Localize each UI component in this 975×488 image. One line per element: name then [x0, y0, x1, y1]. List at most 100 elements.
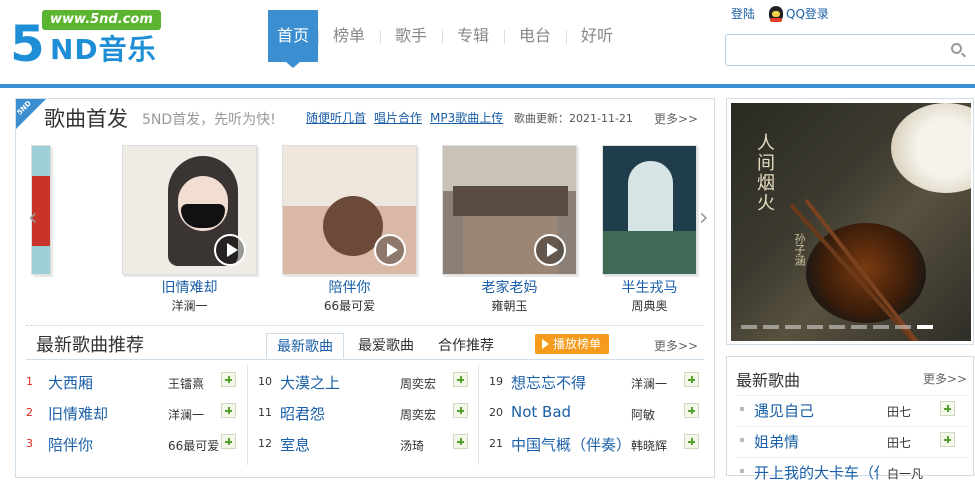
album-artist[interactable]: 周典奥 [602, 297, 697, 314]
nav-good-songs[interactable]: 好听 [566, 10, 628, 62]
banner-image: 人间烟火 孙子涵 [731, 103, 971, 341]
carousel-next-button[interactable]: › [699, 205, 709, 229]
album-title[interactable]: 陪伴你 [282, 277, 417, 297]
banner-dot[interactable] [763, 325, 779, 329]
nav-albums[interactable]: 专辑 [442, 10, 504, 62]
update-date: 歌曲更新：2021-11-21 [514, 112, 633, 125]
banner-dot[interactable] [829, 325, 845, 329]
banner-dot-active[interactable] [917, 325, 933, 329]
song-title[interactable]: 想忘忘不得 [511, 372, 586, 393]
random-listen-link[interactable]: 随便听几首 [306, 109, 366, 126]
song-rank: 12 [258, 437, 272, 450]
new-release-more-link[interactable]: 更多>> [654, 110, 698, 127]
song-artist[interactable]: 韩晓辉 [631, 437, 667, 454]
nav-charts[interactable]: 榜单 [318, 10, 380, 62]
add-icon[interactable] [940, 432, 955, 447]
tab-favorite-songs[interactable]: 最爱歌曲 [348, 333, 424, 359]
site-logo[interactable]: www.5nd.com 5 ND音乐 [10, 8, 190, 73]
play-icon[interactable] [214, 234, 246, 266]
song-title[interactable]: 陪伴你 [48, 434, 93, 455]
play-chart-button[interactable]: 播放榜单 [535, 334, 610, 354]
play-icon[interactable] [374, 234, 406, 266]
login-link[interactable]: 登陆 [731, 5, 755, 22]
song-artist[interactable]: 田七 [887, 434, 911, 451]
list-item: 遇见自己 田七 [737, 395, 967, 426]
promo-banner[interactable]: 人间烟火 孙子涵 [726, 98, 974, 345]
album-title[interactable]: 老家老妈 [442, 277, 577, 297]
nav-home[interactable]: 首页 [268, 10, 318, 68]
add-icon[interactable] [221, 403, 236, 418]
mp3-upload-link[interactable]: MP3歌曲上传 [430, 109, 503, 126]
song-artist[interactable]: 周奕宏 [400, 375, 436, 392]
add-icon[interactable] [684, 403, 699, 418]
search-input[interactable] [726, 35, 936, 65]
bullet [740, 469, 744, 473]
nav-radio[interactable]: 电台 [504, 10, 566, 62]
add-icon[interactable] [453, 372, 468, 387]
song-title[interactable]: Not Bad [511, 403, 571, 421]
song-title[interactable]: 中国气概（伴奏） [511, 434, 631, 455]
song-artist[interactable]: 阿敏 [631, 406, 655, 423]
song-row: 19 想忘忘不得 洋澜一 [489, 367, 703, 398]
song-title[interactable]: 遇见自己 [754, 400, 879, 421]
song-artist[interactable]: 田七 [887, 403, 911, 420]
banner-dot[interactable] [873, 325, 889, 329]
banner-dot[interactable] [785, 325, 801, 329]
song-title[interactable]: 室息 [280, 434, 310, 455]
list-item: 开上我的大卡车（伴 白一凡 [737, 457, 967, 488]
song-artist[interactable]: 周奕宏 [400, 406, 436, 423]
banner-dot[interactable] [851, 325, 867, 329]
banner-dot[interactable] [807, 325, 823, 329]
logo-five: 5 [10, 15, 45, 73]
recommend-more-link[interactable]: 更多>> [654, 337, 698, 354]
song-column: 10 大漠之上 周奕宏 11 昭君怨 周奕宏 12 室息 汤琦 [258, 367, 472, 460]
new-release-subtitle: 5ND首发，先听为快! [142, 112, 276, 128]
search-icon[interactable] [951, 43, 962, 54]
album-cover-foliage [603, 231, 696, 274]
song-title[interactable]: 开上我的大卡车（伴 [754, 462, 879, 483]
song-artist[interactable]: 汤琦 [400, 437, 424, 454]
add-icon[interactable] [940, 401, 955, 416]
album-title[interactable]: 旧情难却 [122, 277, 257, 297]
main-panel: 5ND 歌曲首发 5ND首发，先听为快! 随便听几首 唱片合作 MP3歌曲上传 … [15, 98, 715, 478]
song-title[interactable]: 大西厢 [48, 372, 93, 393]
banner-dot[interactable] [895, 325, 911, 329]
song-artist[interactable]: 洋澜一 [168, 406, 204, 423]
add-icon[interactable] [221, 434, 236, 449]
add-icon[interactable] [684, 434, 699, 449]
section-divider [26, 325, 704, 326]
song-title[interactable]: 旧情难却 [48, 403, 108, 424]
tab-partner-picks[interactable]: 合作推荐 [428, 333, 504, 359]
side-more-link[interactable]: 更多>> [923, 370, 967, 387]
song-rank: 10 [258, 375, 272, 388]
song-rank: 21 [489, 437, 503, 450]
banner-dot[interactable] [741, 325, 757, 329]
add-icon[interactable] [453, 434, 468, 449]
main-nav: 首页 榜单 歌手 专辑 电台 好听 [268, 10, 628, 68]
banner-title: 人间烟火 [754, 133, 775, 213]
add-icon[interactable] [221, 372, 236, 387]
song-title[interactable]: 姐弟情 [754, 431, 879, 452]
add-icon[interactable] [453, 403, 468, 418]
album-cover [122, 145, 257, 275]
carousel-prev-button[interactable]: ‹ [28, 205, 38, 229]
play-icon[interactable] [534, 234, 566, 266]
album-artist[interactable]: 洋澜一 [122, 297, 257, 314]
song-artist[interactable]: 王镭熹 [168, 375, 204, 392]
side-latest-title: 最新歌曲 [736, 371, 801, 390]
album-title[interactable]: 半生戎马 [602, 277, 697, 297]
nav-singers[interactable]: 歌手 [380, 10, 442, 62]
tab-latest-songs[interactable]: 最新歌曲 [266, 333, 344, 359]
song-artist[interactable]: 66最可爱 [168, 437, 219, 454]
song-artist[interactable]: 洋澜一 [631, 375, 667, 392]
new-release-links: 随便听几首 唱片合作 MP3歌曲上传 [306, 109, 503, 126]
add-icon[interactable] [684, 372, 699, 387]
cooperation-link[interactable]: 唱片合作 [374, 109, 422, 126]
qq-login-link[interactable]: QQ登录 [769, 5, 829, 22]
song-title[interactable]: 大漠之上 [280, 372, 340, 393]
album-artist[interactable]: 雍朝玉 [442, 297, 577, 314]
song-title[interactable]: 昭君怨 [280, 403, 325, 424]
qq-login-label: QQ登录 [786, 7, 829, 21]
album-cover [602, 145, 697, 275]
album-artist[interactable]: 66最可爱 [282, 297, 417, 314]
